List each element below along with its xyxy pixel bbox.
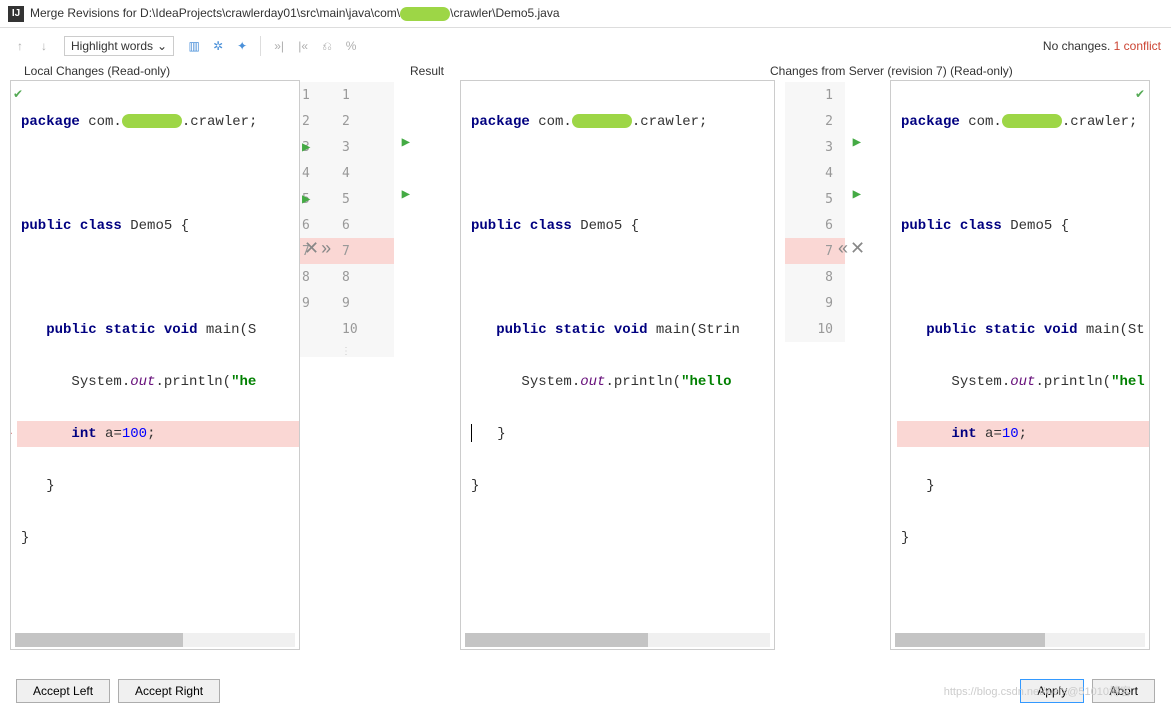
apply-arrow-icon[interactable]: ▶	[853, 186, 861, 202]
left-gutter: 11 22 ▶33▶ 44 ▶55▶ 66 77 88 99 10 ⋮	[300, 82, 394, 357]
right-code-pane[interactable]: ✔ package com..crawler; public class Dem…	[890, 80, 1150, 650]
magic-resolve-icon[interactable]: ✦	[232, 36, 252, 56]
left-code-pane[interactable]: ✔ package com..crawler; public class Dem…	[10, 80, 300, 650]
toggle-panels-icon[interactable]: ▥	[184, 36, 204, 56]
accept-left-button[interactable]: Accept Left	[16, 679, 110, 703]
apply-arrow-icon[interactable]: ▶	[402, 134, 410, 150]
pane-headers: Local Changes (Read-only) Result Changes…	[0, 64, 1171, 78]
accept-left-arrow-icon[interactable]: «	[838, 238, 848, 259]
apply-button[interactable]: Apply	[1020, 679, 1084, 703]
merge-area: ✔ package com..crawler; public class Dem…	[0, 80, 1171, 650]
window-title: Merge Revisions for D:\IdeaProjects\craw…	[30, 6, 560, 21]
center-pane-header: Result	[310, 64, 770, 78]
scrollbar[interactable]	[15, 633, 295, 647]
scrollbar[interactable]	[465, 633, 770, 647]
apply-arrow-icon[interactable]: ▶	[302, 191, 310, 207]
status-text: No changes. 1 conflict	[1043, 39, 1161, 53]
reject-icon[interactable]: ✕	[850, 238, 865, 259]
check-icon: ✔	[13, 87, 23, 101]
chevron-down-icon: ⌄	[157, 39, 167, 53]
footer: Accept Left Accept Right Apply Abort	[0, 679, 1171, 703]
prev-diff-button[interactable]: ↑	[10, 36, 30, 56]
toolbar: ↑ ↓ Highlight words⌄ ▥ ✲ ✦ »| |« ⎌ % No …	[0, 28, 1171, 64]
apply-left-icon[interactable]: »|	[269, 36, 289, 56]
apply-arrow-icon[interactable]: ▶	[302, 139, 310, 155]
accept-right-arrow-icon[interactable]: »	[321, 238, 331, 259]
apply-right-icon[interactable]: |«	[293, 36, 313, 56]
titlebar: IJ Merge Revisions for D:\IdeaProjects\c…	[0, 0, 1171, 28]
left-pane-header: Local Changes (Read-only)	[10, 64, 310, 78]
highlight-dropdown[interactable]: Highlight words⌄	[64, 36, 174, 56]
right-pane-header: Changes from Server (revision 7) (Read-o…	[770, 64, 1161, 78]
undo-icon[interactable]: ⎌	[317, 36, 337, 56]
app-icon: IJ	[8, 6, 24, 22]
accept-right-button[interactable]: Accept Right	[118, 679, 220, 703]
abort-button[interactable]: Abort	[1092, 679, 1155, 703]
percent-icon[interactable]: %	[341, 36, 361, 56]
center-code-pane[interactable]: package com..crawler; public class Demo5…	[460, 80, 775, 650]
right-gutter: 1 2 3▶ 4 5▶ 6 7 8 9 10	[785, 82, 845, 342]
reject-icon[interactable]: ✕	[304, 238, 319, 259]
scrollbar[interactable]	[895, 633, 1145, 647]
conflict-controls-left: ✕ »	[304, 238, 331, 259]
settings-icon[interactable]: ✲	[208, 36, 228, 56]
conflict-controls-right: « ✕	[838, 238, 865, 259]
apply-arrow-icon[interactable]: ▶	[402, 186, 410, 202]
apply-arrow-icon[interactable]: ▶	[853, 134, 861, 150]
check-icon: ✔	[1135, 87, 1145, 101]
next-diff-button[interactable]: ↓	[34, 36, 54, 56]
